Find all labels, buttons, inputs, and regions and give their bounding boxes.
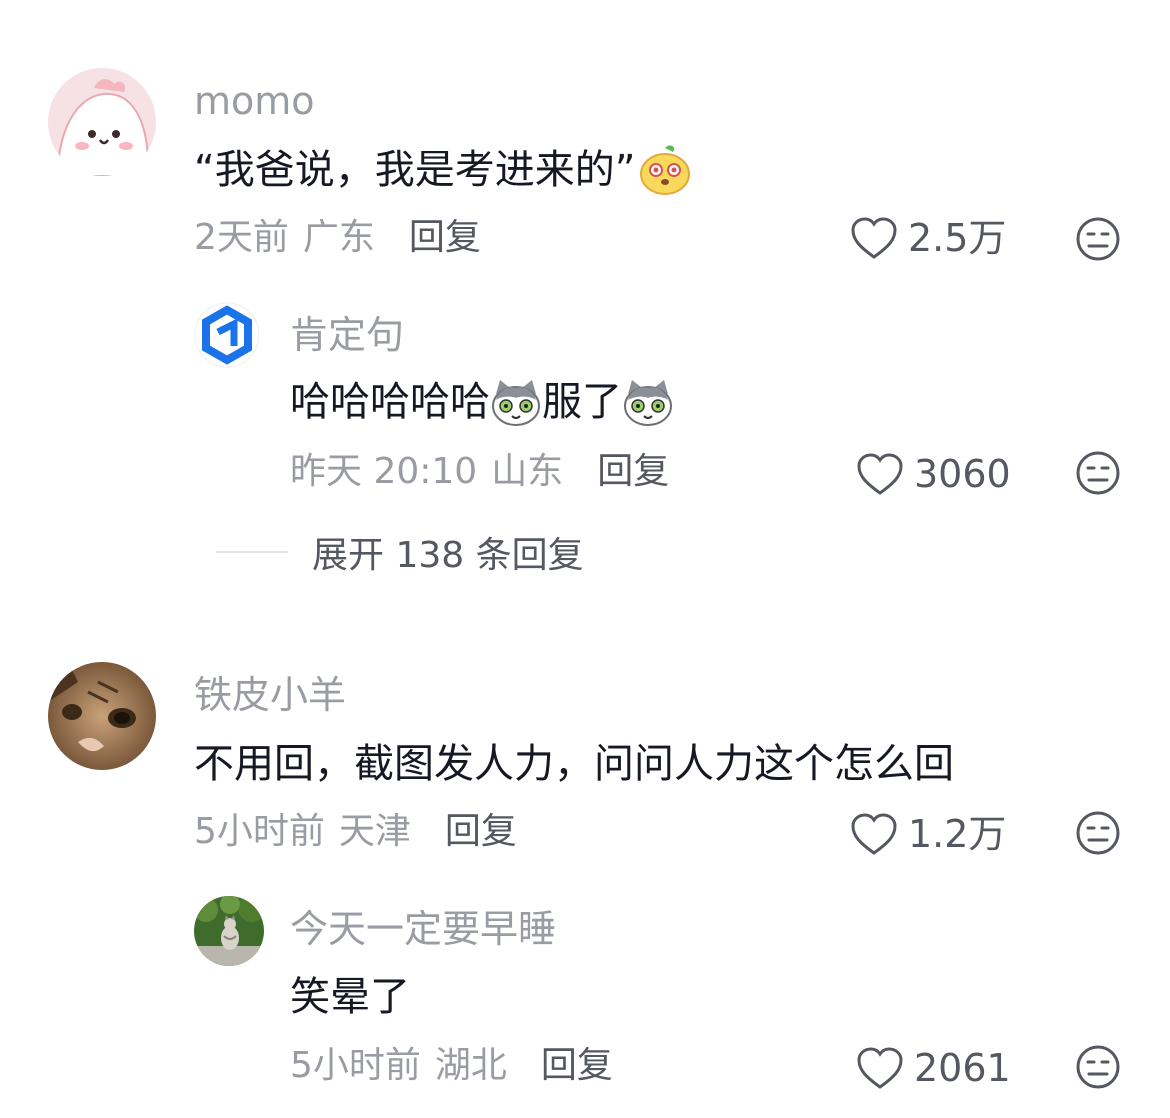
mango-face-emoji-icon bbox=[639, 144, 691, 196]
avatar-momo[interactable] bbox=[48, 68, 156, 176]
comment-meta: 5小时前 天津 回复 bbox=[194, 814, 517, 850]
heart-outline-icon bbox=[857, 1047, 903, 1089]
meh-face-icon bbox=[1076, 217, 1120, 261]
comment-text: “我爸说，我是考进来的” bbox=[194, 144, 691, 196]
reply-username[interactable]: 肯定句 bbox=[290, 316, 404, 354]
heart-outline-icon bbox=[851, 217, 897, 259]
reply-location: 山东 bbox=[491, 451, 564, 492]
blue-logo-avatar-image bbox=[194, 302, 260, 368]
avatar-tiepixiaoyang[interactable] bbox=[48, 662, 156, 770]
like-button[interactable]: 2061 bbox=[856, 1046, 1011, 1090]
cat-photo-avatar-image bbox=[48, 662, 156, 770]
reply-button[interactable]: 回复 bbox=[541, 1048, 613, 1084]
like-button[interactable]: 3060 bbox=[856, 452, 1011, 496]
comment-location: 广东 bbox=[302, 217, 375, 258]
like-button[interactable]: 2.5万 bbox=[850, 216, 1006, 260]
comment-username[interactable]: momo bbox=[194, 82, 315, 120]
comment-location: 天津 bbox=[338, 811, 411, 852]
comment-text: 不用回，截图发人力，问问人力这个怎么回 bbox=[194, 741, 954, 787]
meh-face-icon bbox=[1076, 1045, 1120, 1089]
dislike-button[interactable] bbox=[1075, 216, 1121, 262]
expand-replies-button[interactable]: 展开 138 条回复 bbox=[216, 530, 584, 576]
reply-meta: 5小时前 湖北 回复 bbox=[290, 1048, 613, 1084]
comment-username[interactable]: 铁皮小羊 bbox=[194, 676, 346, 714]
like-count: 2.5万 bbox=[908, 216, 1007, 260]
dislike-button[interactable] bbox=[1075, 450, 1121, 496]
dislike-button[interactable] bbox=[1075, 1044, 1121, 1090]
reply-button[interactable]: 回复 bbox=[597, 454, 669, 490]
dislike-button[interactable] bbox=[1075, 810, 1121, 856]
reply-text-part2: 服了 bbox=[542, 379, 622, 425]
comment-meta: 2天前 广东 回复 bbox=[194, 220, 481, 256]
reply-time: 昨天 20:10 bbox=[290, 451, 478, 492]
reply-username[interactable]: 今天一定要早睡 bbox=[290, 910, 556, 948]
avatar-kendingju[interactable] bbox=[194, 302, 260, 368]
heart-outline-icon bbox=[857, 453, 903, 495]
expand-replies-label: 展开 138 条回复 bbox=[312, 535, 584, 576]
heart-outline-icon bbox=[851, 813, 897, 855]
meh-face-icon bbox=[1076, 811, 1120, 855]
reply-button[interactable]: 回复 bbox=[409, 220, 481, 256]
cat-face-emoji-icon bbox=[622, 376, 674, 428]
comment-time: 2天前 bbox=[194, 217, 289, 258]
divider-line bbox=[216, 551, 288, 553]
like-button[interactable]: 1.2万 bbox=[850, 812, 1006, 856]
reply-text: 哈哈哈哈哈 服了 bbox=[290, 376, 674, 428]
reply-text: 笑晕了 bbox=[290, 974, 410, 1020]
reply-time: 5小时前 bbox=[290, 1045, 421, 1086]
reply-button[interactable]: 回复 bbox=[445, 814, 517, 850]
reply-text-part1: 哈哈哈哈哈 bbox=[290, 379, 490, 425]
meh-face-icon bbox=[1076, 451, 1120, 495]
like-count: 3060 bbox=[914, 452, 1011, 496]
outdoor-cat-photo-avatar-image bbox=[194, 896, 264, 966]
pink-blob-avatar-image bbox=[48, 68, 156, 176]
comment-text-content: “我爸说，我是考进来的” bbox=[194, 147, 636, 193]
reply-location: 湖北 bbox=[434, 1045, 507, 1086]
avatar-jintianyidingyaozaoshui[interactable] bbox=[194, 896, 264, 966]
like-count: 1.2万 bbox=[908, 812, 1007, 856]
cat-face-emoji-icon bbox=[490, 376, 542, 428]
like-count: 2061 bbox=[914, 1046, 1011, 1090]
comment-time: 5小时前 bbox=[194, 811, 325, 852]
reply-meta: 昨天 20:10 山东 回复 bbox=[290, 454, 669, 490]
